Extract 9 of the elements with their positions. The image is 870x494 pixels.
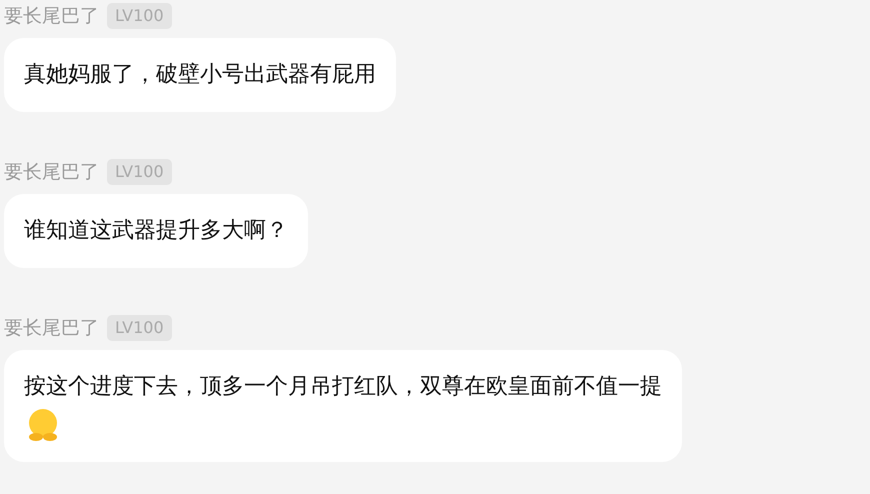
username: 要长尾巴了: [4, 316, 99, 341]
username: 要长尾巴了: [4, 4, 99, 29]
message-text: 谁知道这武器提升多大啊？: [24, 218, 288, 243]
level-badge: LV100: [107, 159, 172, 185]
username: 要长尾巴了: [4, 160, 99, 185]
message-text: 真她妈服了，破壁小号出武器有屁用: [24, 62, 376, 87]
message-text: 按这个进度下去，顶多一个月吊打红队，双尊在欧皇面前不值一提: [24, 374, 662, 399]
level-badge: LV100: [107, 315, 172, 341]
level-badge: LV100: [107, 3, 172, 29]
